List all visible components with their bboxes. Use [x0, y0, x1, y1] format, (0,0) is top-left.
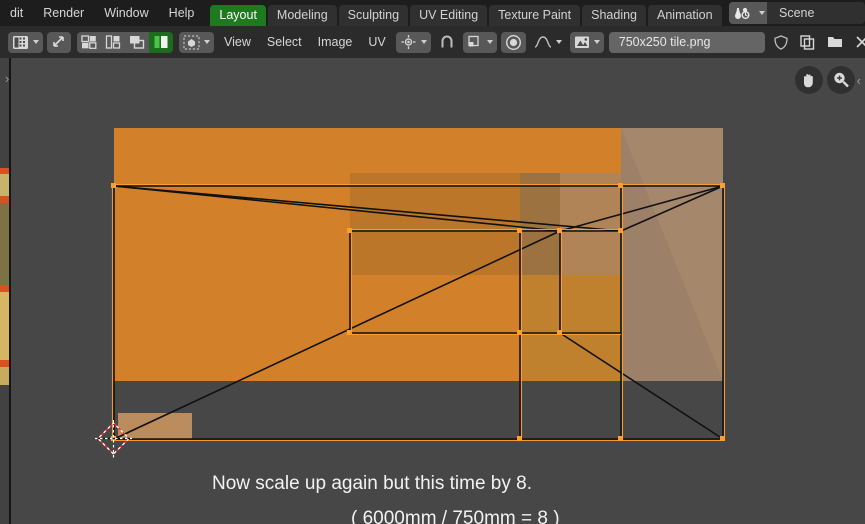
uv-sticky-selection-button[interactable] — [179, 31, 214, 53]
scene-name[interactable]: Scene — [767, 6, 865, 20]
proportional-editing-button[interactable] — [500, 31, 526, 53]
annotation-line-2: ( 6000mm / 750mm = 8 ) — [351, 508, 560, 524]
annotation-line-1: Now scale up again but this time by 8. — [212, 473, 533, 494]
unlink-image-button[interactable] — [851, 32, 865, 53]
uv-sync-selection-button[interactable] — [47, 31, 71, 53]
tab-modeling[interactable]: Modeling — [267, 5, 337, 26]
chevron-down-icon — [555, 40, 562, 44]
hand-pan-icon — [804, 73, 813, 87]
chevron-down-icon — [420, 40, 427, 44]
chevron-down-icon — [593, 40, 600, 44]
menu-image[interactable]: Image — [310, 35, 361, 49]
chevron-left-icon[interactable]: ‹ — [857, 73, 861, 88]
tab-uv-editing[interactable]: UV Editing — [410, 5, 488, 26]
tab-texture-paint[interactable]: Texture Paint — [489, 5, 581, 26]
zoom-magnifier-button[interactable] — [826, 66, 855, 94]
tab-shading[interactable]: Shading — [582, 5, 646, 26]
scene-selector[interactable]: Scene — [729, 2, 865, 24]
uv-editor-viewport[interactable]: › 750x250 tile.png ‹ Now scale up again … — [0, 58, 865, 524]
uv-edge-select-button[interactable] — [101, 31, 125, 53]
menu-select[interactable]: Select — [259, 35, 310, 49]
snapping-magnet-button[interactable] — [435, 32, 459, 53]
scene-icon — [729, 2, 767, 24]
uv-vertex-select-button[interactable] — [77, 31, 101, 53]
menu-window[interactable]: Window — [94, 0, 158, 26]
duplicate-image-button[interactable] — [796, 32, 819, 53]
zoom-magnifier-icon — [833, 72, 849, 88]
chevron-down-icon — [758, 11, 765, 15]
proportional-falloff-button[interactable] — [530, 32, 566, 53]
editor-type-button[interactable] — [8, 31, 43, 53]
tab-sculpting[interactable]: Sculpting — [338, 5, 409, 26]
tab-layout[interactable]: Layout — [210, 5, 266, 26]
blender-window: dit Render Window Help Layout Modeling S… — [0, 0, 865, 524]
image-name-field[interactable]: 750x250 tile.png — [608, 31, 765, 53]
menu-edit[interactable]: dit — [0, 0, 33, 26]
menu-help[interactable]: Help — [159, 0, 205, 26]
browse-image-button[interactable] — [569, 31, 604, 53]
chevron-down-icon — [486, 40, 493, 44]
menu-uv[interactable]: UV — [360, 35, 393, 49]
shield-fake-user-button[interactable] — [770, 32, 792, 53]
menu-render[interactable]: Render — [33, 0, 94, 26]
menu-view[interactable]: View — [216, 35, 259, 49]
top-bar: dit Render Window Help Layout Modeling S… — [0, 0, 865, 26]
uv-face-select-button[interactable] — [125, 31, 149, 53]
viewport-nav-gizmos: ‹ — [794, 66, 861, 94]
uv-face-floor-right — [520, 275, 621, 381]
uv-island-select-button[interactable] — [149, 31, 173, 53]
uv-editor-header: View Select Image UV 750x250 tile.png — [0, 26, 865, 58]
workspace-tabs: Layout Modeling Sculpting UV Editing Tex… — [210, 0, 723, 26]
hand-pan-button[interactable] — [794, 66, 823, 94]
tab-animation[interactable]: Animation — [648, 5, 722, 26]
open-image-folder-button[interactable] — [823, 32, 847, 53]
uv-mesh-canvas[interactable]: 750x250 tile.png — [0, 58, 865, 524]
chevron-down-icon — [204, 40, 210, 44]
transform-pivot-point-button[interactable] — [395, 31, 431, 53]
chevron-down-icon — [33, 40, 39, 44]
snap-target-button[interactable] — [462, 31, 497, 53]
